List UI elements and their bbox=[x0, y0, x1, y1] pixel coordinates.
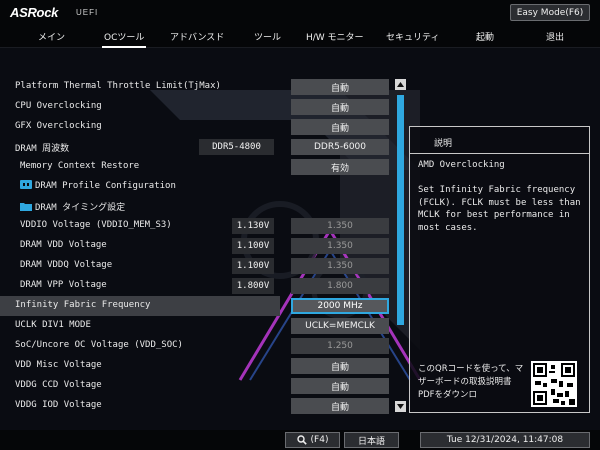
setting-row-thermal-throttle[interactable]: Platform Thermal Throttle Limit(TjMax) 自… bbox=[0, 77, 395, 97]
setting-row-vdd-misc-voltage[interactable]: VDD Misc Voltage 自動 bbox=[0, 356, 395, 376]
current-value: 1.800V bbox=[232, 278, 274, 294]
asrock-logo: ASRock bbox=[10, 5, 59, 20]
setting-label: VDDG IOD Voltage bbox=[15, 400, 102, 410]
setting-value[interactable]: 自動 bbox=[291, 99, 389, 115]
bottom-bar: (F4) 日本語 Tue 12/31/2024, 11:47:08 bbox=[0, 430, 600, 450]
setting-label: VDDIO Voltage (VDDIO_MEM_S3) bbox=[20, 220, 172, 230]
tab-boot[interactable]: 起動 bbox=[476, 30, 494, 43]
easy-mode-button[interactable]: Easy Mode(F6) bbox=[510, 4, 590, 21]
divider bbox=[410, 153, 589, 154]
setting-row-dram-vdd-voltage[interactable]: DRAM VDD Voltage 1.100V 1.350 bbox=[0, 236, 395, 256]
setting-row-vddio-voltage[interactable]: VDDIO Voltage (VDDIO_MEM_S3) 1.130V 1.35… bbox=[0, 216, 395, 236]
setting-row-dram-frequency[interactable]: DRAM 周波数 DDR5-4800 DDR5-6000 bbox=[0, 137, 395, 157]
main-nav: メイン OCツール アドバンスド ツール H/W モニター セキュリティ 起動 … bbox=[0, 26, 600, 48]
setting-label: VDDG CCD Voltage bbox=[15, 380, 102, 390]
description-panel: 説明 AMD Overclocking Set Infinity Fabric … bbox=[409, 126, 590, 413]
scroll-down-button[interactable] bbox=[395, 401, 406, 412]
setting-value[interactable]: 2000 MHz bbox=[291, 298, 389, 314]
scroll-up-button[interactable] bbox=[395, 79, 406, 90]
current-value: 1.100V bbox=[232, 238, 274, 254]
language-button[interactable]: 日本語 bbox=[344, 432, 399, 448]
setting-value[interactable]: UCLK=MEMCLK bbox=[291, 318, 389, 334]
setting-value[interactable]: 有効 bbox=[291, 159, 389, 175]
setting-value[interactable]: 1.350 bbox=[291, 258, 389, 274]
datetime-display: Tue 12/31/2024, 11:47:08 bbox=[420, 432, 590, 448]
folder-open-icon bbox=[20, 180, 32, 189]
setting-value[interactable]: 自動 bbox=[291, 398, 389, 414]
search-shortcut: (F4) bbox=[310, 435, 329, 445]
setting-value[interactable]: 1.800 bbox=[291, 278, 389, 294]
setting-row-uclk-div1-mode[interactable]: UCLK DIV1 MODE UCLK=MEMCLK bbox=[0, 316, 395, 336]
qr-instructions: このQRコードを使って、マザーボードの取扱説明書PDFをダウンロ bbox=[418, 364, 524, 400]
setting-label: Platform Thermal Throttle Limit(TjMax) bbox=[15, 81, 221, 91]
qr-code-icon[interactable] bbox=[531, 361, 577, 407]
current-value: 1.100V bbox=[232, 258, 274, 274]
tab-security[interactable]: セキュリティ bbox=[386, 30, 439, 43]
setting-row-vddg-ccd-voltage[interactable]: VDDG CCD Voltage 自動 bbox=[0, 376, 395, 396]
setting-label: Infinity Fabric Frequency bbox=[15, 300, 151, 310]
setting-label: SoC/Uncore OC Voltage (VDD_SOC) bbox=[15, 340, 183, 350]
tab-tool[interactable]: ツール bbox=[254, 30, 281, 43]
setting-label: DRAM VDD Voltage bbox=[20, 240, 107, 250]
description-title: 説明 bbox=[434, 139, 453, 149]
setting-label: DRAM VDDQ Voltage bbox=[20, 260, 113, 270]
tab-advanced[interactable]: アドバンスド bbox=[170, 30, 224, 43]
folder-icon bbox=[20, 203, 32, 211]
setting-label: DRAM タイミング設定 bbox=[35, 203, 126, 213]
setting-row-dram-vpp-voltage[interactable]: DRAM VPP Voltage 1.800V 1.800 bbox=[0, 276, 395, 296]
arrow-down-icon bbox=[397, 404, 404, 409]
setting-label: CPU Overclocking bbox=[15, 101, 102, 111]
search-button[interactable]: (F4) bbox=[285, 432, 340, 448]
description-heading: AMD Overclocking bbox=[418, 160, 505, 170]
setting-label: VDD Misc Voltage bbox=[15, 360, 102, 370]
arrow-up-icon bbox=[397, 82, 404, 87]
tab-main[interactable]: メイン bbox=[38, 30, 65, 43]
current-value: 1.130V bbox=[232, 218, 274, 234]
setting-row-infinity-fabric-frequency[interactable]: Infinity Fabric Frequency 2000 MHz bbox=[0, 296, 395, 316]
setting-value[interactable]: 自動 bbox=[291, 79, 389, 95]
setting-value[interactable]: DDR5-6000 bbox=[291, 139, 389, 155]
tab-exit[interactable]: 退出 bbox=[546, 30, 564, 43]
setting-row-cpu-overclocking[interactable]: CPU Overclocking 自動 bbox=[0, 97, 395, 117]
setting-value[interactable]: 自動 bbox=[291, 378, 389, 394]
tab-hw-monitor[interactable]: H/W モニター bbox=[306, 30, 364, 43]
setting-label: Memory Context Restore bbox=[20, 161, 140, 171]
setting-value[interactable]: 1.350 bbox=[291, 218, 389, 234]
setting-row-soc-uncore-voltage[interactable]: SoC/Uncore OC Voltage (VDD_SOC) 1.250 bbox=[0, 336, 395, 356]
setting-row-vddg-iod-voltage[interactable]: VDDG IOD Voltage 自動 bbox=[0, 396, 395, 416]
uefi-label: UEFI bbox=[76, 8, 99, 17]
setting-row-gfx-overclocking[interactable]: GFX Overclocking 自動 bbox=[0, 117, 395, 137]
setting-row-dram-profile-configuration[interactable]: DRAM Profile Configuration bbox=[0, 176, 395, 196]
setting-label: DRAM 周波数 bbox=[15, 144, 70, 154]
setting-row-dram-timing[interactable]: DRAM タイミング設定 bbox=[0, 196, 395, 216]
setting-value[interactable]: 1.350 bbox=[291, 238, 389, 254]
top-header: ASRock UEFI Easy Mode(F6) bbox=[0, 0, 600, 26]
setting-label: GFX Overclocking bbox=[15, 121, 102, 131]
setting-row-memory-context-restore[interactable]: Memory Context Restore 有効 bbox=[0, 157, 395, 177]
setting-label: UCLK DIV1 MODE bbox=[15, 320, 91, 330]
tab-oc-tweaker[interactable]: OCツール bbox=[101, 30, 147, 48]
search-icon bbox=[296, 435, 307, 445]
setting-label: DRAM VPP Voltage bbox=[20, 280, 107, 290]
setting-row-dram-vddq-voltage[interactable]: DRAM VDDQ Voltage 1.100V 1.350 bbox=[0, 256, 395, 276]
current-value: DDR5-4800 bbox=[199, 139, 274, 155]
scrollbar-thumb[interactable] bbox=[397, 95, 404, 325]
setting-value[interactable]: 1.250 bbox=[291, 338, 389, 354]
description-body: Set Infinity Fabric frequency (FCLK). FC… bbox=[418, 185, 581, 233]
setting-label-wrap: DRAM タイミング設定 bbox=[20, 200, 125, 213]
setting-value[interactable]: 自動 bbox=[291, 358, 389, 374]
setting-label: DRAM Profile Configuration bbox=[35, 181, 176, 191]
setting-value[interactable]: 自動 bbox=[291, 119, 389, 135]
setting-label-wrap: DRAM Profile Configuration bbox=[20, 180, 176, 191]
